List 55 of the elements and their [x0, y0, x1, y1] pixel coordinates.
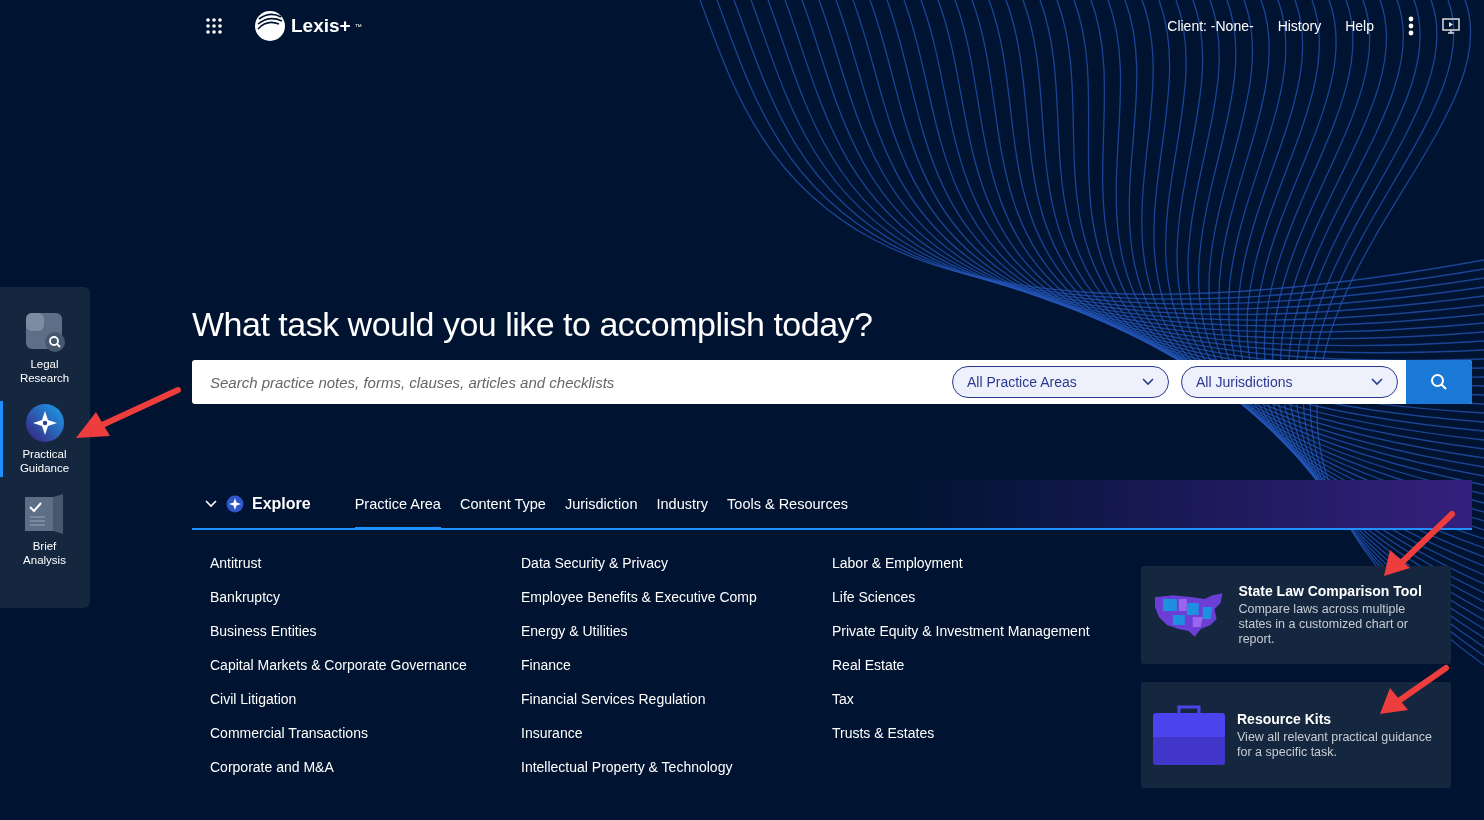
- practice-area-link[interactable]: Corporate and M&A: [210, 758, 521, 777]
- rail-item[interactable]: Legal Research: [0, 309, 90, 387]
- card-title: State Law Comparison Tool: [1238, 583, 1423, 599]
- practice-area-link[interactable]: Intellectual Property & Technology: [521, 758, 832, 777]
- practice-area-link[interactable]: Finance: [521, 656, 832, 675]
- practice-area-link[interactable]: Insurance: [521, 724, 832, 743]
- magnifier-tile-icon: [23, 311, 66, 353]
- search-icon: [1430, 373, 1448, 391]
- category-tab[interactable]: Tools & Resources: [727, 480, 848, 530]
- chevron-down-icon: [1142, 378, 1154, 386]
- card-title: Resource Kits: [1237, 710, 1333, 727]
- practice-area-link[interactable]: Private Equity & Investment Management: [832, 622, 1141, 641]
- page-headline: What task would you like to accomplish today?: [192, 305, 874, 344]
- card-description: View all relevant practical guidance for a specific task.: [1237, 729, 1434, 760]
- practice-area-link[interactable]: Employee Benefits & Executive Comp: [521, 588, 832, 607]
- chevron-down-icon[interactable]: [204, 499, 218, 509]
- app-grid-icon[interactable]: [205, 17, 223, 35]
- card-description: Compare laws across multiple states in a customized chart or report.: [1238, 602, 1409, 647]
- tool-card[interactable]: State Law Comparison Tool Compare laws across multiple states in a customized chart or report.: [1141, 566, 1451, 664]
- practice-area-link[interactable]: Business Entities: [210, 622, 521, 641]
- more-options-icon[interactable]: [1408, 16, 1414, 36]
- search-button[interactable]: [1406, 360, 1472, 404]
- tool-card[interactable]: Resource Kits View all relevant practical guidance for a specific task.: [1141, 682, 1451, 788]
- practice-area-link[interactable]: Real Estate: [832, 656, 1141, 675]
- practice-area-link[interactable]: Commercial Transactions: [210, 724, 521, 743]
- practice-area-link[interactable]: Capital Markets & Corporate Governance: [210, 656, 521, 675]
- nav-link[interactable]: Client: -None-: [1167, 18, 1254, 34]
- practice-area-link[interactable]: Bankruptcy: [210, 588, 521, 607]
- practice-area-link[interactable]: Tax: [832, 690, 1141, 709]
- practice-area-link[interactable]: Labor & Employment: [832, 554, 1141, 573]
- category-tab[interactable]: Jurisdiction: [564, 480, 638, 530]
- compass-star-icon: [226, 495, 244, 513]
- practice-area-link[interactable]: Antitrust: [210, 554, 521, 573]
- category-tab[interactable]: Practice Area: [354, 480, 441, 530]
- practice-area-link[interactable]: Life Sciences: [832, 588, 1141, 607]
- chevron-down-icon: [1371, 378, 1383, 386]
- practice-area-link[interactable]: Financial Services Regulation: [521, 690, 832, 709]
- nav-link[interactable]: Help: [1345, 18, 1374, 34]
- explore-title: Explore: [252, 495, 311, 513]
- filter-dropdown[interactable]: All Practice Areas: [952, 366, 1169, 398]
- filter-dropdown[interactable]: All Jurisdictions: [1181, 366, 1398, 398]
- practice-area-link[interactable]: Civil Litigation: [210, 690, 521, 709]
- logo-text: Lexis+: [291, 15, 351, 37]
- briefcase-icon: [1153, 705, 1225, 765]
- search-field[interactable]: Search practice notes, forms, clauses, articles and checklists: [208, 372, 940, 392]
- nav-link[interactable]: History: [1277, 18, 1322, 34]
- presentation-icon[interactable]: [1442, 18, 1460, 34]
- category-tab[interactable]: Industry: [656, 480, 709, 530]
- category-tab[interactable]: Content Type: [459, 480, 546, 530]
- annotation-arrow: [1380, 665, 1449, 714]
- rail-item[interactable]: Brief Analysis: [0, 491, 90, 569]
- practice-area-link[interactable]: Data Security & Privacy: [521, 554, 832, 573]
- practice-area-link[interactable]: Trusts & Estates: [832, 724, 1141, 743]
- practice-area-link[interactable]: Energy & Utilities: [521, 622, 832, 641]
- annotation-arrow: [1384, 511, 1455, 576]
